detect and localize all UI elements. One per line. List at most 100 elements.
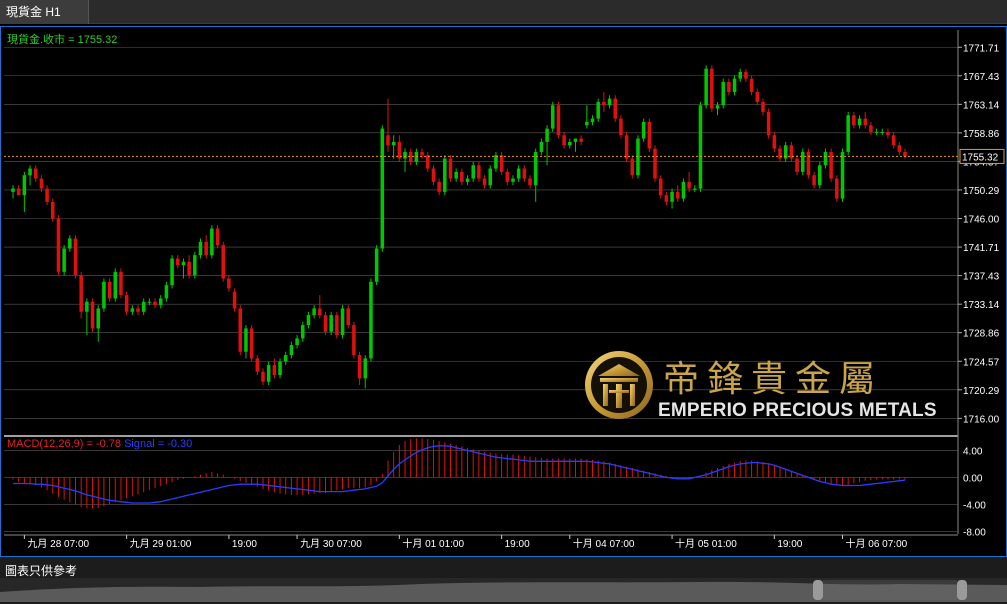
candle-body	[550, 105, 555, 129]
candle-body	[391, 141, 396, 146]
candle-body	[693, 188, 697, 190]
emperio-logo: 帝鋒貴金屬 EMPERIO PRECIOUS METALS	[584, 348, 956, 422]
candle-body	[73, 238, 78, 276]
candle-body	[448, 158, 453, 179]
candle-body	[136, 308, 140, 312]
candle-body	[176, 258, 180, 266]
candle-body	[283, 355, 288, 362]
history-scrollbar[interactable]	[0, 578, 1007, 602]
candle-body	[352, 325, 356, 356]
candle-body	[619, 118, 623, 136]
candle-body	[806, 151, 811, 176]
candle-body	[272, 365, 277, 376]
price-tick-label: 1741.71	[963, 243, 1000, 254]
candle-body	[102, 281, 106, 309]
price-tick-label: 1750.29	[963, 186, 1000, 197]
scroll-window[interactable]	[823, 580, 957, 600]
macd-legend-text: MACD(12,26,9) = -0.78	[7, 438, 122, 450]
price-legend: 現貨金.收市 = 1755.32	[7, 31, 117, 47]
candle-body	[903, 151, 907, 157]
candle-body	[300, 325, 305, 339]
grid-layer	[4, 30, 959, 536]
candle-body	[857, 118, 862, 126]
candle-layer	[4, 65, 958, 389]
candle-body	[488, 168, 493, 186]
chart-canvas[interactable]: 1771.711767.431763.141758.861754.571750.…	[0, 0, 1007, 604]
time-tick-label: 九月 29 01:00	[130, 538, 192, 550]
candle-body	[369, 281, 373, 359]
candle-body	[579, 138, 583, 142]
price-tick-label: 1728.86	[963, 329, 1000, 340]
candle-body	[249, 328, 254, 359]
candle-body	[675, 191, 680, 199]
candle-body	[39, 178, 44, 189]
scroll-handle-left[interactable]	[813, 580, 823, 600]
scroll-handle-right[interactable]	[957, 580, 967, 600]
signal-legend-text: Signal = -0.30	[124, 438, 193, 450]
candle-body	[11, 188, 15, 192]
candle-body	[45, 188, 49, 202]
candle-body	[238, 308, 243, 352]
candle-body	[295, 338, 299, 346]
price-tick-label: 1733.14	[963, 300, 1000, 311]
candle-body	[664, 195, 669, 202]
candle-body	[482, 178, 487, 186]
price-legend-text: 現貨金.收市 = 1755.32	[7, 34, 118, 46]
emperio-emblem-icon	[585, 351, 653, 419]
candle-body	[204, 241, 208, 256]
candle-body	[738, 71, 742, 79]
candle-body	[306, 315, 311, 326]
logo-chinese-name: 帝鋒貴金屬	[663, 359, 884, 400]
candle-body	[119, 271, 123, 296]
candle-body	[772, 135, 777, 149]
candle-body	[641, 121, 646, 139]
candle-body	[471, 165, 475, 179]
candle-body	[687, 181, 691, 189]
time-tick-label: 十月 05 01:00	[675, 537, 737, 550]
candle-body	[505, 171, 510, 182]
candle-body	[425, 155, 430, 169]
candle-body	[630, 158, 635, 176]
candle-body	[800, 151, 805, 172]
candle-body	[710, 68, 714, 109]
candle-body	[33, 168, 38, 179]
candle-body	[556, 105, 561, 136]
time-tick-label: 十月 01 01:00	[402, 537, 464, 550]
candle-body	[494, 155, 498, 169]
candle-body	[187, 261, 191, 276]
candle-body	[721, 81, 725, 106]
candle-body	[562, 135, 566, 146]
time-tick-label: 19:00	[777, 539, 802, 550]
macd-tick-label: -4.00	[963, 500, 986, 511]
candle-body	[68, 238, 72, 249]
candle-body	[278, 361, 282, 376]
macd-legend: MACD(12,26,9) = -0.78 Signal = -0.30	[7, 438, 192, 450]
candle-body	[363, 358, 368, 379]
candle-body	[539, 141, 544, 152]
time-tick-label: 19:00	[232, 539, 257, 550]
candle-body	[681, 181, 686, 199]
candle-body	[647, 121, 652, 149]
candle-body	[835, 178, 839, 199]
candle-body	[846, 115, 850, 152]
candle-body	[232, 291, 237, 309]
price-tick-label: 1767.43	[963, 72, 1000, 83]
candle-body	[477, 165, 481, 179]
candle-body	[795, 158, 799, 172]
candle-body	[715, 105, 720, 109]
candle-body	[329, 315, 333, 332]
candle-body	[658, 178, 663, 196]
candle-body	[624, 135, 629, 159]
candle-body	[852, 115, 856, 126]
candle-body	[465, 178, 470, 182]
price-tick-label: 1737.43	[963, 272, 1000, 283]
candle-body	[141, 301, 146, 312]
candle-body	[874, 131, 879, 133]
candle-body	[744, 71, 748, 79]
candle-body	[85, 301, 89, 312]
candle-body	[227, 278, 231, 289]
candle-body	[335, 315, 339, 336]
candle-body	[346, 308, 350, 326]
candle-body	[602, 101, 606, 106]
macd-tick-label: 4.00	[963, 446, 983, 457]
